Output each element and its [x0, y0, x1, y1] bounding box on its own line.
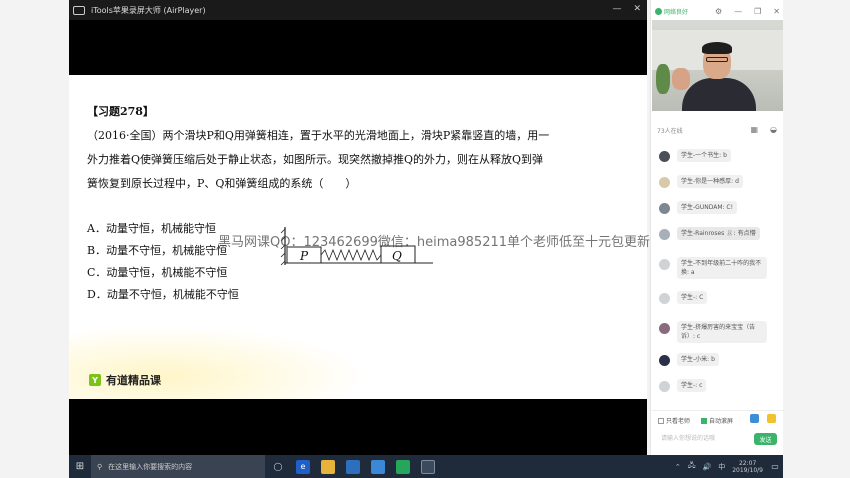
taskbar-search-input: 在这里输入你要搜索的内容	[108, 462, 193, 471]
checkbox-icon	[658, 417, 664, 424]
mail-icon[interactable]	[371, 459, 385, 474]
chat-message-text: 学生-你是一种感厚: d	[677, 175, 743, 188]
store-icon[interactable]	[346, 459, 360, 474]
teacher-hair	[702, 42, 732, 54]
notification-icon[interactable]: ▭	[767, 455, 783, 478]
ime-indicator[interactable]: 中	[718, 462, 725, 472]
chat-compose-area: 只看老师 自动滚屏 请输入你想说的话哦 发送	[651, 410, 784, 455]
auto-scroll-label: 自动滚屏	[709, 418, 734, 425]
only-teacher-label: 只看老师	[666, 418, 691, 425]
airplayer-window: iTools苹果录屏大师 (AirPlayer) — ✕ 【习题278】 （20…	[69, 0, 647, 455]
system-tray: ⌃ 🖧 🔊 中 22:07 2019/10/9	[675, 460, 767, 474]
checkbox-checked-icon	[701, 417, 707, 424]
network-status: 网络良好	[655, 7, 688, 16]
online-count: 73人在线	[657, 128, 683, 135]
avatar	[659, 259, 670, 270]
tray-chevron-icon[interactable]: ⌃	[675, 463, 681, 471]
network-icon[interactable]: 🖧	[688, 461, 696, 472]
live-panel: 网络良好 ⚙ — ❐ ✕ 73人在线 ▦ ◒ 学生-一个书生: b 学生-你是一…	[650, 0, 784, 455]
chat-message-text: 学生-: c	[677, 379, 707, 392]
brand: Y 有道精品课	[89, 372, 161, 388]
chat-input[interactable]: 请输入你想说的话哦	[661, 433, 715, 442]
option-c: C．动量守恒，机械能不守恒	[87, 266, 228, 279]
airplay-icon	[73, 5, 85, 15]
avatar	[659, 323, 670, 334]
question-heading: 【习题278】	[87, 105, 154, 118]
option-b: B．动量不守恒，机械能守恒	[87, 244, 228, 257]
edge-icon[interactable]: e	[296, 459, 310, 474]
panel-toolbar: 网络良好 ⚙ — ❐ ✕	[651, 4, 784, 18]
clock-date: 2019/10/9	[732, 466, 763, 474]
file-explorer-icon[interactable]	[321, 459, 335, 474]
desktop: iTools苹果录屏大师 (AirPlayer) — ✕ 【习题278】 （20…	[0, 0, 850, 478]
network-status-label: 网络良好	[664, 8, 689, 16]
minimize-icon[interactable]: —	[734, 7, 742, 16]
player-title: iTools苹果录屏大师 (AirPlayer)	[91, 5, 206, 15]
question-body: （2016·全国）两个滑块P和Q用弹簧相连，置于水平的光滑地面上，滑块P紧靠竖直…	[87, 129, 550, 190]
comment-icon[interactable]: ◒	[770, 125, 777, 134]
avatar	[659, 355, 670, 366]
chat-list-icon[interactable]: ▦	[750, 125, 758, 134]
plant	[656, 64, 670, 94]
hand-raise-icon[interactable]	[750, 414, 759, 423]
excel-icon[interactable]	[396, 459, 410, 474]
avatar	[659, 151, 670, 162]
volume-icon[interactable]: 🔊	[703, 463, 712, 471]
task-view-icon[interactable]: ◯	[271, 460, 285, 474]
avatar	[659, 381, 670, 392]
clock[interactable]: 22:07 2019/10/9	[732, 460, 763, 474]
close-icon[interactable]: ✕	[773, 7, 780, 16]
avatar	[659, 177, 670, 188]
auto-scroll-checkbox[interactable]: 自动滚屏	[701, 416, 733, 425]
chat-message-text: 学生-: C	[677, 291, 708, 304]
teacher-glasses	[706, 57, 728, 62]
chat-message-text: 学生-不到年级前二十咋的我不换: a	[677, 257, 767, 279]
airplayer-taskbar-icon[interactable]	[421, 459, 435, 474]
teacher-camera-feed	[652, 20, 783, 111]
spring	[320, 248, 382, 262]
avatar	[659, 203, 670, 214]
option-a: A．动量守恒，机械能守恒	[87, 222, 216, 235]
restore-icon[interactable]: ❐	[754, 7, 761, 16]
chat-message-text: 学生-GUNDAM: C!	[677, 201, 738, 214]
brand-name: 有道精品课	[106, 374, 161, 387]
clock-time: 22:07	[738, 459, 757, 467]
avatar	[659, 293, 670, 304]
teacher-hand	[672, 68, 690, 90]
block-p-label: P	[299, 249, 309, 263]
settings-icon[interactable]: ⚙	[715, 7, 722, 16]
minimize-button[interactable]: —	[612, 4, 621, 14]
windows-start-icon[interactable]: ⊞	[69, 455, 91, 478]
close-button[interactable]: ✕	[633, 4, 641, 14]
watermark-text: 黑马网课QQ：123462699微信：heima985211单个老师低至十元包更…	[218, 235, 651, 250]
send-button[interactable]: 发送	[754, 433, 777, 445]
emoji-icon[interactable]	[767, 414, 776, 423]
option-d: D．动量不守恒，机械能不守恒	[87, 288, 239, 301]
signal-icon	[655, 7, 662, 15]
chat-message-text: 学生-Rainroses 🐰: 有点懵	[677, 227, 760, 240]
only-teacher-checkbox[interactable]: 只看老师	[658, 416, 690, 425]
avatar	[659, 229, 670, 240]
taskbar: ⊞ ⚲ 在这里输入你要搜索的内容 ◯ e ⌃ 🖧 🔊 中 22:07 2019/…	[69, 455, 783, 478]
taskbar-search[interactable]: ⚲ 在这里输入你要搜索的内容	[91, 455, 265, 478]
chat-message-text: 学生-挤爆厉害的来宝宝（告诉）: c	[677, 321, 767, 343]
chat-message-text: 学生-一个书生: b	[677, 149, 731, 162]
player-titlebar[interactable]: iTools苹果录屏大师 (AirPlayer) — ✕	[69, 0, 647, 20]
block-q-label: Q	[392, 249, 402, 263]
search-icon: ⚲	[97, 462, 103, 471]
youdao-logo-icon: Y	[89, 374, 101, 386]
chat-message-text: 学生-小米: b	[677, 353, 719, 366]
teacher-body	[682, 78, 756, 111]
